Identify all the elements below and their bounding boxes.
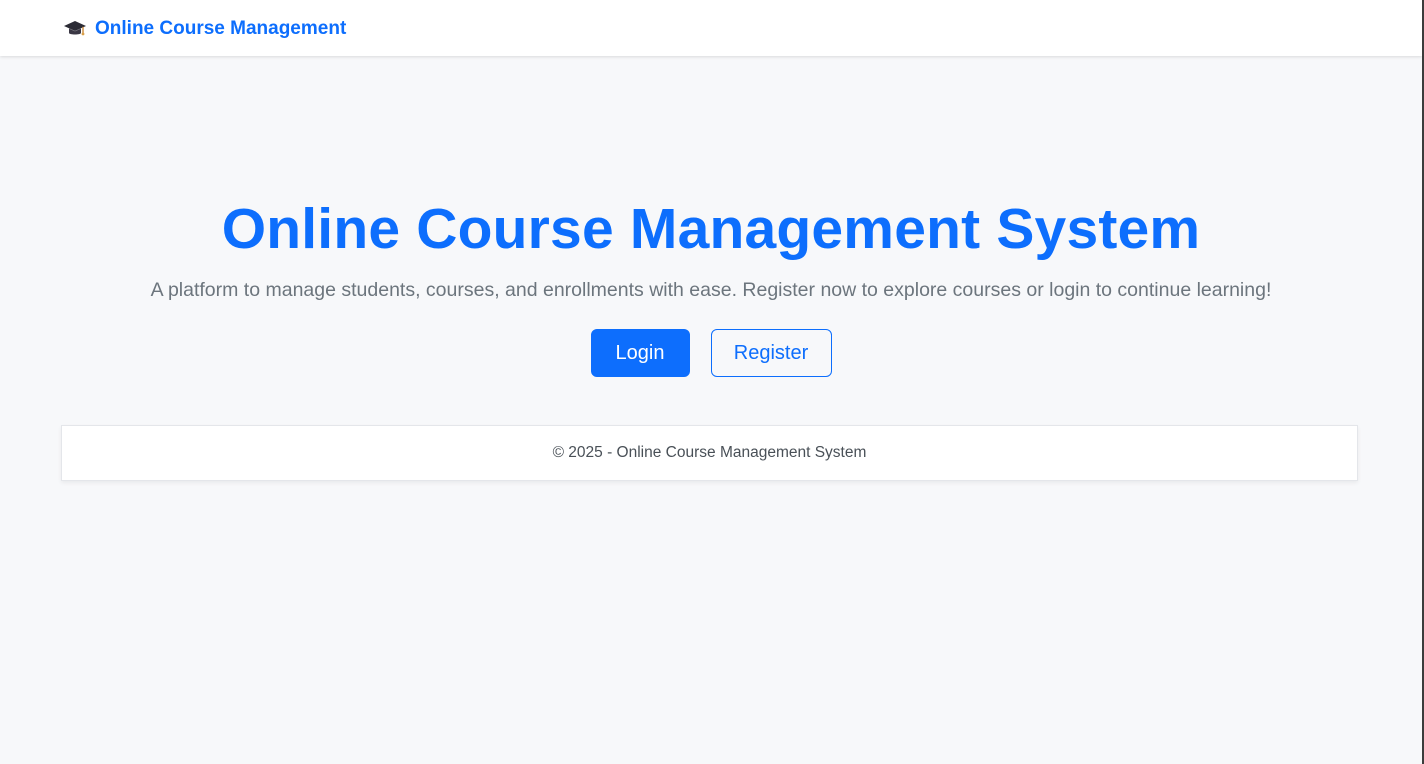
brand-link[interactable]: Online Course Management <box>63 17 346 41</box>
register-button[interactable]: Register <box>710 329 832 377</box>
graduation-cap-icon <box>63 18 87 40</box>
footer: © 2025 - Online Course Management System <box>61 425 1358 481</box>
hero-section: Online Course Management System A platfo… <box>0 195 1422 377</box>
footer-copyright: © 2025 - Online Course Management System <box>552 444 867 461</box>
brand-text: Online Course Management <box>95 18 347 39</box>
login-button[interactable]: Login <box>590 329 690 377</box>
navbar: Online Course Management <box>0 0 1422 56</box>
hero-subtitle: A platform to manage students, courses, … <box>150 279 1272 301</box>
hero-actions: Login Register <box>0 329 1422 377</box>
hero-title: Online Course Management System <box>221 197 1201 261</box>
